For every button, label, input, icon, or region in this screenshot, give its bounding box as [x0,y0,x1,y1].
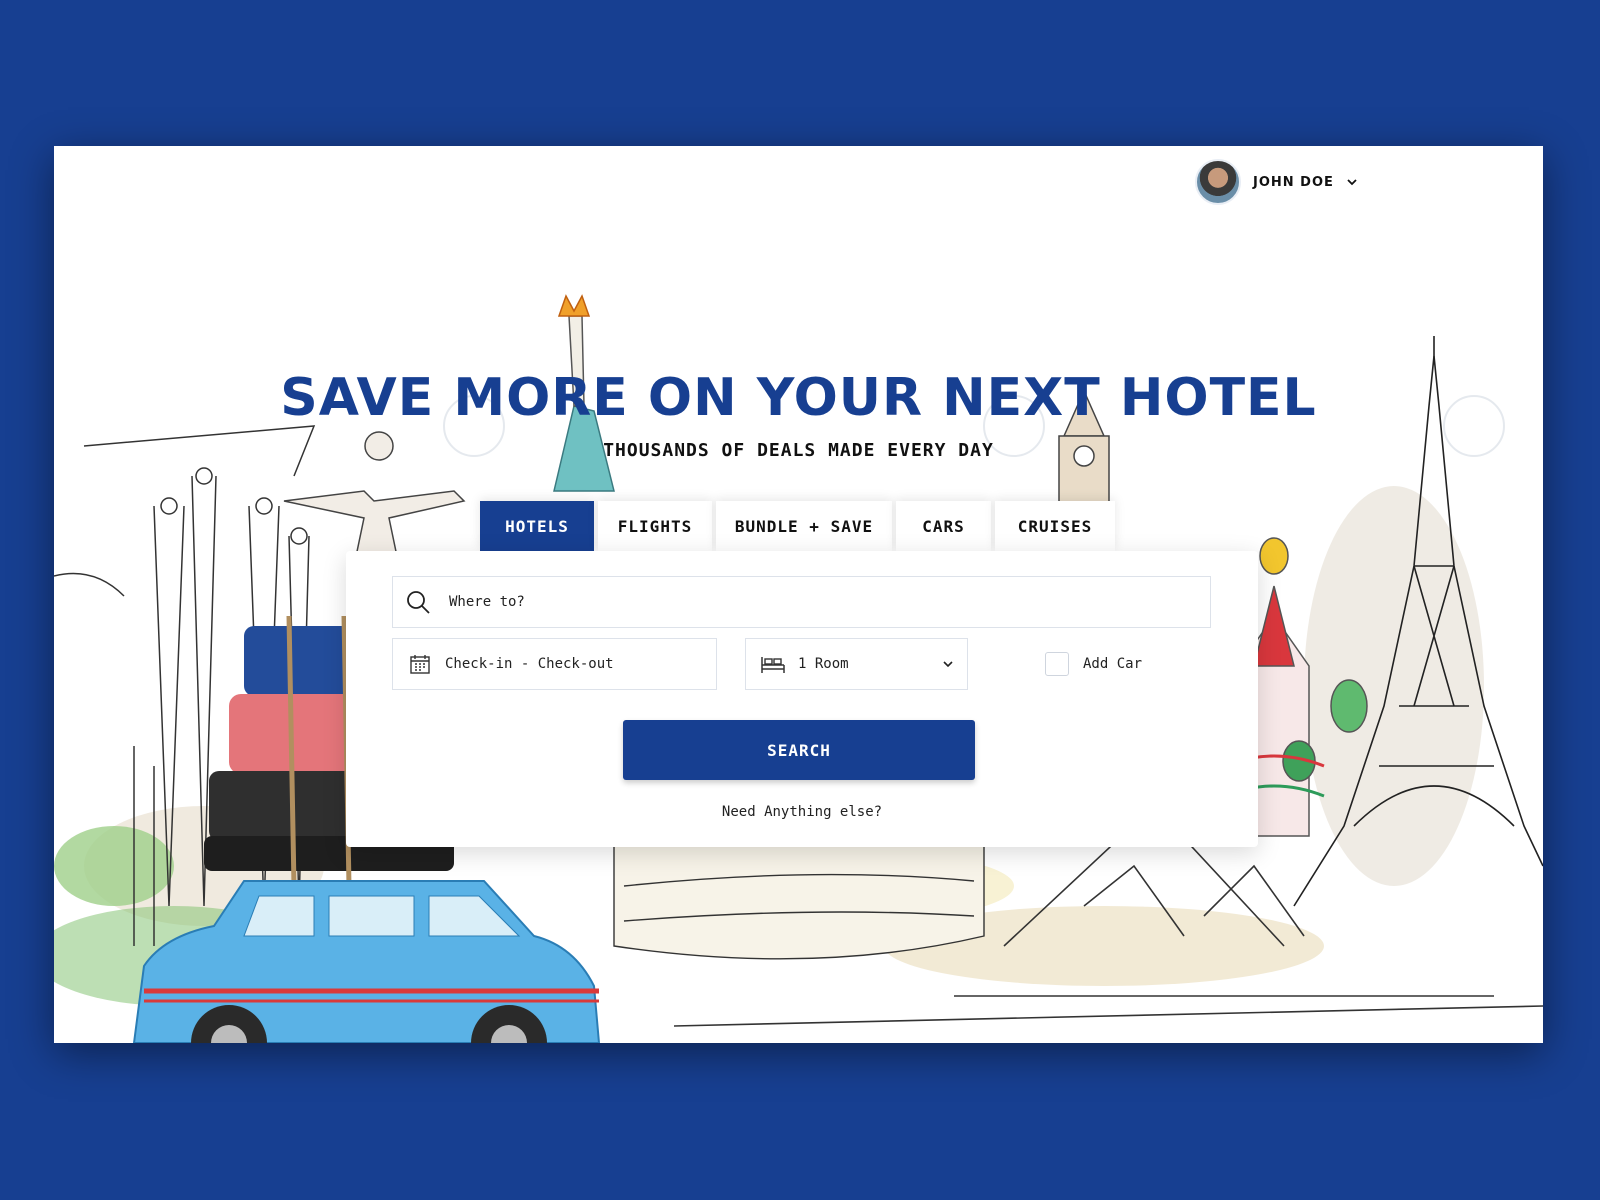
hero-subtitle: THOUSANDS OF DEALS MADE EVERY DAY [603,440,994,461]
dates-label: Check-in - Check-out [445,656,614,672]
search-button[interactable]: SEARCH [623,720,975,780]
search-card: Check-in - Check-out 1 Room Add Car SEAR… [346,551,1258,847]
chevron-down-icon[interactable] [1346,176,1358,188]
user-avatar[interactable] [1195,159,1241,205]
add-car-option[interactable]: Add Car [1045,638,1142,690]
tab-flights[interactable]: FLIGHTS [598,501,712,551]
where-field[interactable] [392,576,1211,628]
user-menu[interactable]: JOHN DOE [1195,158,1358,206]
booking-tabs: HOTELS FLIGHTS BUNDLE + SAVE CARS CRUISE… [480,501,1115,551]
user-name[interactable]: JOHN DOE [1253,175,1334,190]
calendar-icon [410,655,430,674]
need-anything-link[interactable]: Need Anything else? [346,804,1258,820]
add-car-label: Add Car [1083,656,1143,672]
search-icon [407,591,430,614]
bed-icon [761,657,785,673]
chevron-down-icon[interactable] [941,657,955,671]
rooms-value: 1 Room [798,656,849,672]
add-car-checkbox[interactable] [1045,652,1069,676]
tab-cars[interactable]: CARS [896,501,991,551]
where-input[interactable] [447,593,1151,611]
dates-field[interactable]: Check-in - Check-out [392,638,717,690]
hero-title: SAVE MORE ON YOUR NEXT HOTEL [280,368,1317,428]
tab-hotels[interactable]: HOTELS [480,501,594,551]
rooms-select[interactable]: 1 Room [745,638,968,690]
tab-bundle-save[interactable]: BUNDLE + SAVE [716,501,892,551]
page-frame: JOHN DOE SAVE MORE ON YOUR NEXT HOTEL TH… [54,146,1543,1043]
tab-cruises[interactable]: CRUISES [995,501,1115,551]
